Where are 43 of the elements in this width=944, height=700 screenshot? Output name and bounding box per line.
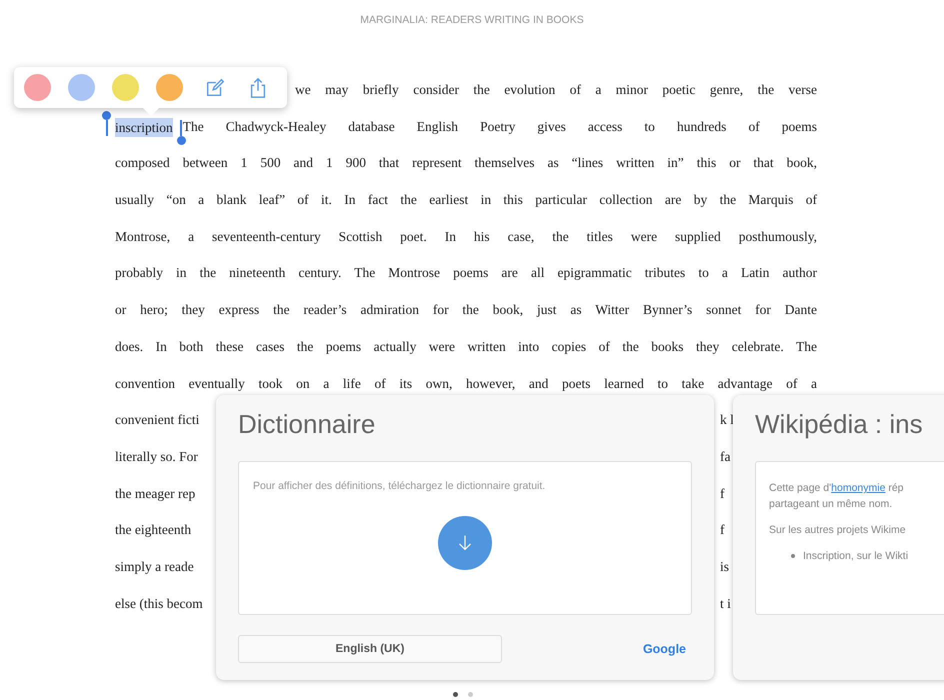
- highlight-color-button[interactable]: [112, 74, 139, 101]
- body-text-line: The Chadwyck-Healey database English Poetry gives access to hundreds of poems: [182, 118, 817, 136]
- google-link[interactable]: Google: [642, 642, 686, 656]
- body-text-fragment: is: [720, 558, 730, 576]
- body-text-fragment: the meager rep: [115, 484, 196, 503]
- body-text-line: we may briefly consider the evolution of a minor poetic genre, the verse: [295, 81, 817, 99]
- body-text-line: usually “on a blank leaf” of it. In fact the earliest in this particular collection are by the Marquis of: [115, 191, 817, 210]
- body-text-line: composed between 1 500 and 1 900 that represent themselves as “lines written in” this or that book,: [115, 154, 817, 172]
- book-title: MARGINALIA: READERS WRITING IN BOOKS: [360, 14, 584, 26]
- page-indicator-dot[interactable]: [453, 692, 458, 697]
- body-text-fragment: fa: [720, 448, 730, 466]
- body-text-line: does. In both these cases the poems actually were written into copies of the books they celebrate. The: [115, 338, 817, 356]
- body-text-line: Montrose, a seventeenth-century Scottish poet. In his case, the titles were supplied posthumously,: [115, 228, 817, 246]
- body-text-fragment: the eighteenth: [115, 521, 192, 540]
- download-message: Pour afficher des définitions, téléchargez le dictionnaire gratuit.: [253, 480, 546, 492]
- page-indicator-dot[interactable]: [468, 692, 473, 697]
- body-text-fragment: f: [720, 521, 724, 540]
- card-title: Dictionnaire: [238, 409, 376, 441]
- body-text-fragment: simply a reade: [115, 558, 194, 576]
- body-text-fragment: f: [720, 484, 724, 503]
- selection-handle[interactable]: [102, 110, 111, 136]
- body-text-fragment: convenient ficti: [115, 411, 200, 430]
- selected-word: inscription: [115, 118, 173, 137]
- body-text-fragment: k l: [720, 411, 734, 430]
- language-button[interactable]: English (UK): [238, 635, 502, 663]
- homonymie-link[interactable]: homonymie: [831, 482, 886, 494]
- article-text: Sur les autres projets Wikime: [769, 523, 907, 538]
- body-text-line: or hero; they express the reader’s admiration for the book, just as Witter Bynner’s sonnet for Dante: [115, 301, 817, 320]
- article-text: Cette page d'homonymie rép: [769, 481, 905, 496]
- body-text-line: probably in the nineteenth century. The Montrose poems are all epigrammatic tributes to a Latin author: [115, 264, 817, 282]
- highlight-color-button[interactable]: [68, 74, 95, 101]
- article-text: Inscription, sur le Wikti: [803, 549, 908, 564]
- article-text: partageant un même nom.: [769, 497, 894, 512]
- body-text-line: convention eventually took on a life of its own, however, and poets learned to take advantage of a: [115, 374, 817, 393]
- highlight-color-button[interactable]: [24, 74, 51, 101]
- download-button[interactable]: [438, 516, 492, 570]
- card-title: Wikipédia : ins: [755, 409, 924, 441]
- body-text-fragment: else (this becom: [115, 594, 203, 613]
- highlight-color-button[interactable]: [156, 74, 183, 101]
- note-icon[interactable]: [204, 76, 226, 98]
- body-text-fragment: t i: [720, 594, 731, 613]
- body-text-fragment: literally so. For: [115, 448, 198, 466]
- bullet-icon: [791, 554, 795, 558]
